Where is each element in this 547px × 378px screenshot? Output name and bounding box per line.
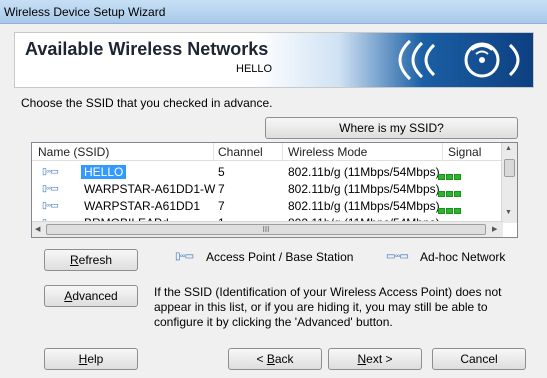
signal-strength-icon (438, 203, 462, 214)
column-channel[interactable]: Channel (218, 145, 263, 159)
window-title: Wireless Device Setup Wizard (4, 5, 166, 19)
row-ssid: HELLO (81, 165, 127, 179)
scroll-left-icon[interactable]: ◀ (35, 225, 40, 233)
row-ssid: WARPSTAR-A61DD1-W (84, 182, 216, 196)
vertical-scroll-thumb[interactable] (504, 159, 515, 177)
page-title: Available Wireless Networks (25, 39, 269, 59)
scroll-up-icon[interactable]: ▲ (505, 145, 512, 152)
signal-strength-icon (438, 186, 462, 197)
row-ssid: WARPSTAR-A61DD1 (84, 199, 201, 213)
signal-strength-icon (438, 169, 462, 180)
row-mode: 802.11b/g (11Mbps/54Mbps) (288, 182, 440, 196)
wireless-logo-icon (398, 39, 520, 81)
horizontal-scrollbar[interactable]: ◀ III ▶ (32, 221, 503, 237)
table-row[interactable]: ▯◦◦▭ WARPSTAR-A61DD1-W 7 802.11b/g (11Mb… (32, 180, 503, 197)
access-point-icon: ▯◦◦▭ (42, 183, 59, 193)
cancel-button[interactable]: Cancel (432, 348, 526, 370)
where-is-my-ssid-button[interactable]: Where is my SSID? (265, 117, 518, 139)
instruction-text: Choose the SSID that you checked in adva… (21, 96, 273, 110)
network-list[interactable]: Name (SSID) Channel Wireless Mode Signal… (31, 142, 518, 238)
vertical-scrollbar[interactable]: ▲ ▼ (501, 143, 517, 223)
selected-ssid-label: HELLO (236, 63, 273, 75)
scroll-right-icon[interactable]: ▶ (492, 225, 497, 233)
column-signal[interactable]: Signal (448, 145, 481, 159)
back-button[interactable]: < Back (228, 348, 322, 370)
column-wireless-mode[interactable]: Wireless Mode (288, 145, 367, 159)
access-point-icon: ▯◦◦▭ (42, 166, 59, 176)
adhoc-network-icon: ▭◦◦▭ (386, 251, 409, 262)
table-row[interactable]: ▯◦◦▭ WARPSTAR-A61DD1 7 802.11b/g (11Mbps… (32, 197, 503, 214)
advanced-note: If the SSID (Identification of your Wire… (154, 285, 502, 329)
network-list-header: Name (SSID) Channel Wireless Mode Signal (32, 143, 503, 161)
table-row[interactable]: ▯◦◦▭ HELLO 5 802.11b/g (11Mbps/54Mbps) (32, 163, 503, 180)
legend-access-point: Access Point / Base Station (206, 250, 354, 264)
row-channel: 7 (218, 199, 225, 213)
row-channel: 7 (218, 182, 225, 196)
row-channel: 5 (218, 165, 225, 179)
access-point-icon: ▯◦◦▭ (175, 251, 194, 262)
advanced-button[interactable]: Advanced (44, 285, 138, 307)
row-mode: 802.11b/g (11Mbps/54Mbps) (288, 165, 440, 179)
help-button[interactable]: Help (44, 348, 138, 370)
column-name[interactable]: Name (SSID) (38, 145, 109, 159)
header-panel: Available Wireless Networks HELLO (14, 32, 534, 88)
refresh-button[interactable]: Refresh (44, 249, 138, 271)
legend-adhoc: Ad-hoc Network (420, 250, 506, 264)
scroll-down-icon[interactable]: ▼ (505, 209, 512, 216)
access-point-icon: ▯◦◦▭ (42, 200, 59, 210)
next-button[interactable]: Next > (328, 348, 422, 370)
row-mode: 802.11b/g (11Mbps/54Mbps) (288, 199, 440, 213)
horizontal-scroll-thumb[interactable]: III (46, 224, 486, 235)
title-bar: Wireless Device Setup Wizard (0, 0, 547, 24)
